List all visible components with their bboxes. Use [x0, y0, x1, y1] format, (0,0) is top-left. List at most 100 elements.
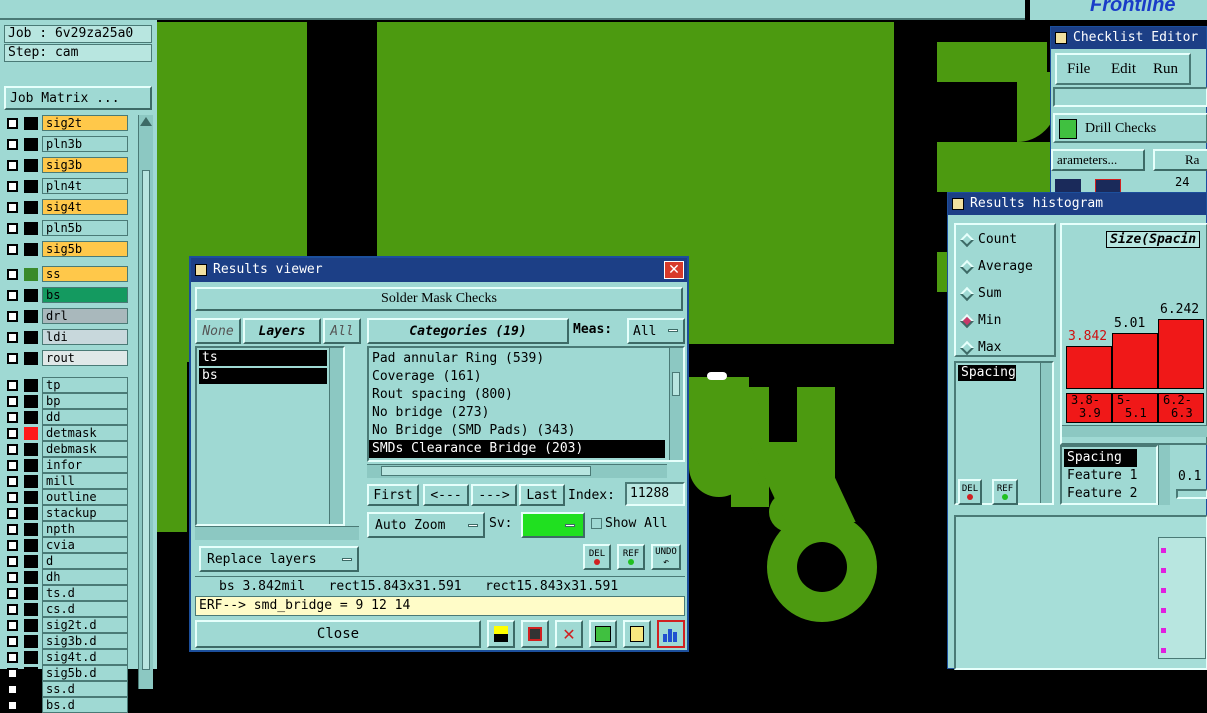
layer-row[interactable]: bs — [4, 287, 128, 303]
histogram-hscrollbar[interactable] — [1062, 425, 1207, 437]
layer-color-swatch[interactable] — [24, 289, 38, 302]
layers-list-scrollbar[interactable] — [329, 348, 343, 524]
layer-row[interactable]: sig3b.d — [4, 633, 128, 649]
layer-color-swatch[interactable] — [24, 555, 38, 568]
layer-row[interactable]: bs.d — [4, 697, 128, 713]
layer-name[interactable]: infor — [42, 457, 128, 473]
layer-color-swatch[interactable] — [24, 222, 38, 235]
histogram-bar[interactable] — [1066, 346, 1112, 389]
layer-checkbox[interactable] — [7, 160, 18, 171]
layer-checkbox[interactable] — [7, 492, 18, 503]
layer-checkbox[interactable] — [7, 244, 18, 255]
layer-row[interactable]: npth — [4, 521, 128, 537]
categories-listbox[interactable]: Pad annular Ring (539) Coverage (161) Rout… — [367, 346, 685, 462]
category-item[interactable]: SMDs Clearance Bridge (203) — [369, 440, 665, 458]
histogram-list-2-scrollbar[interactable] — [1158, 445, 1170, 505]
layer-color-swatch[interactable] — [24, 635, 38, 648]
histogram-list-scrollbar[interactable] — [1040, 363, 1052, 503]
layer-color-swatch[interactable] — [24, 117, 38, 130]
categories-hscrollbar[interactable] — [367, 464, 667, 478]
layer-checkbox[interactable] — [7, 202, 18, 213]
checklist-input[interactable] — [1053, 87, 1207, 107]
layer-color-swatch[interactable] — [24, 411, 38, 424]
layer-name[interactable]: bp — [42, 393, 128, 409]
layer-checkbox[interactable] — [7, 556, 18, 567]
layer-checkbox[interactable] — [7, 524, 18, 535]
layer-checkbox[interactable] — [7, 396, 18, 407]
layer-checkbox[interactable] — [7, 508, 18, 519]
layer-row[interactable]: ldi — [4, 329, 128, 345]
measure-tool-icon[interactable] — [487, 620, 515, 648]
layer-name[interactable]: rout — [42, 350, 128, 366]
layer-color-swatch[interactable] — [24, 571, 38, 584]
category-item[interactable]: Coverage (161) — [369, 368, 665, 386]
scroll-thumb[interactable] — [672, 372, 680, 396]
layer-color-swatch[interactable] — [24, 603, 38, 616]
layer-name[interactable]: bs.d — [42, 697, 128, 713]
layer-name[interactable]: sig2t.d — [42, 617, 128, 633]
disable-tool-icon[interactable]: ✕ — [555, 620, 583, 648]
results-viewer-titlebar[interactable]: Results viewer ✕ — [191, 258, 687, 282]
layer-row[interactable]: detmask — [4, 425, 128, 441]
layer-checkbox[interactable] — [7, 412, 18, 423]
layer-color-swatch[interactable] — [24, 243, 38, 256]
layer-checkbox[interactable] — [7, 290, 18, 301]
last-button[interactable]: Last — [519, 484, 565, 506]
meas-dropdown[interactable]: All — [627, 318, 685, 344]
layer-color-swatch[interactable] — [24, 539, 38, 552]
layer-row[interactable]: ss.d — [4, 681, 128, 697]
first-button[interactable]: First — [367, 484, 419, 506]
layers-button[interactable]: Layers — [243, 318, 321, 344]
layer-color-swatch[interactable] — [24, 651, 38, 664]
layer-name[interactable]: npth — [42, 521, 128, 537]
layer-list-item[interactable]: ts — [199, 350, 327, 366]
none-button[interactable]: None — [195, 318, 241, 344]
layer-checkbox[interactable] — [7, 223, 18, 234]
checklist-header-button[interactable]: Solder Mask Checks — [195, 287, 683, 311]
histogram-field-item[interactable]: Feature 2 — [1064, 485, 1137, 503]
layer-checkbox[interactable] — [7, 588, 18, 599]
layer-color-swatch[interactable] — [24, 491, 38, 504]
layers-hscrollbar[interactable] — [195, 526, 359, 540]
layer-name[interactable]: pln4t — [42, 178, 128, 194]
layer-name[interactable]: mill — [42, 473, 128, 489]
layer-name[interactable]: ss — [42, 266, 128, 282]
histogram-bar[interactable] — [1158, 319, 1204, 389]
categories-scrollbar[interactable] — [669, 348, 683, 460]
layer-color-swatch[interactable] — [24, 699, 38, 712]
layer-checkbox[interactable] — [7, 620, 18, 631]
layer-row[interactable]: cvia — [4, 537, 128, 553]
histogram-tool-icon[interactable] — [657, 620, 685, 648]
number-tool-icon[interactable] — [589, 620, 617, 648]
scroll-thumb[interactable] — [142, 170, 150, 670]
layer-name[interactable]: stackup — [42, 505, 128, 521]
scroll-up-icon[interactable] — [140, 117, 152, 126]
layer-checkbox[interactable] — [7, 428, 18, 439]
layer-checkbox[interactable] — [7, 118, 18, 129]
layer-name[interactable]: dd — [42, 409, 128, 425]
layer-name[interactable]: pln5b — [42, 220, 128, 236]
layer-name[interactable]: d — [42, 553, 128, 569]
layer-color-swatch[interactable] — [24, 201, 38, 214]
show-all-checkbox[interactable] — [591, 518, 602, 529]
layer-checkbox[interactable] — [7, 269, 18, 280]
layer-color-swatch[interactable] — [24, 379, 38, 392]
layer-color-swatch[interactable] — [24, 587, 38, 600]
value-slider[interactable] — [1176, 489, 1207, 499]
layer-name[interactable]: dh — [42, 569, 128, 585]
layer-checkbox[interactable] — [7, 311, 18, 322]
job-matrix-button[interactable]: Job Matrix ... — [4, 86, 152, 110]
replace-layers-dropdown[interactable]: Replace layers — [199, 546, 359, 572]
layer-row[interactable]: rout — [4, 350, 128, 366]
ref-button[interactable]: REF — [617, 544, 645, 570]
layer-row[interactable]: sig3b — [4, 157, 128, 173]
layer-row[interactable]: dd — [4, 409, 128, 425]
histogram-bar[interactable] — [1112, 333, 1158, 389]
histogram-field-item[interactable]: Feature 1 — [1064, 467, 1137, 485]
layer-checkbox[interactable] — [7, 540, 18, 551]
layer-color-swatch[interactable] — [24, 310, 38, 323]
del-button[interactable]: DEL — [958, 479, 982, 505]
layer-name[interactable]: ts.d — [42, 585, 128, 601]
layer-checkbox[interactable] — [7, 353, 18, 364]
layer-color-swatch[interactable] — [24, 395, 38, 408]
